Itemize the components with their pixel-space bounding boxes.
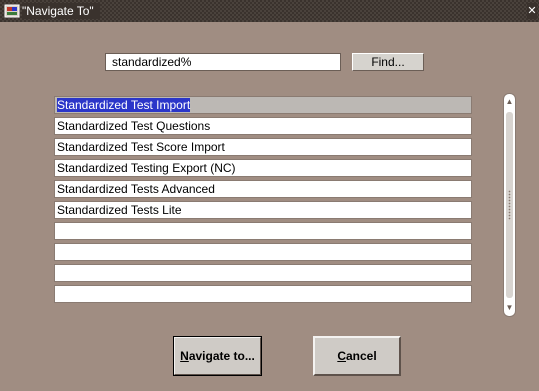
list-item[interactable] [54,264,472,282]
list-item[interactable]: Standardized Tests Advanced [54,180,472,198]
cancel-label: ancel [345,349,377,363]
grip-icon [508,190,511,220]
find-button[interactable]: Find... [352,53,424,71]
list-item-label: Standardized Tests Advanced [57,182,215,196]
scroll-up-icon[interactable]: ▲ [504,96,515,108]
list-item[interactable] [54,285,472,303]
window-title: "Navigate To" [22,3,100,19]
scroll-thumb[interactable] [506,112,513,298]
list-item[interactable]: Standardized Test Questions [54,117,472,135]
navigate-mnemonic: N [180,349,189,363]
list-item-label: Standardized Test Import [57,98,191,112]
list-item[interactable] [54,222,472,240]
cancel-button[interactable]: Cancel [313,336,401,376]
scroll-down-icon[interactable]: ▼ [504,302,515,314]
list-item-label: Standardized Tests Lite [57,203,182,217]
search-input[interactable]: standardized% [105,53,341,71]
cancel-mnemonic: C [337,349,346,363]
oracle-form-icon [4,3,20,19]
results-list: Standardized Test Import Standardized Te… [54,96,472,306]
navigate-to-button[interactable]: Navigate to... [173,336,262,376]
list-item-label: Standardized Testing Export (NC) [57,161,236,175]
list-item[interactable] [54,243,472,261]
list-item-label: Standardized Test Score Import [57,140,225,154]
vertical-scrollbar[interactable]: ▲ ▼ [503,93,516,317]
title-bar[interactable]: "Navigate To" ✕ [0,0,539,22]
list-item[interactable]: Standardized Tests Lite [54,201,472,219]
list-item[interactable]: Standardized Testing Export (NC) [54,159,472,177]
list-item[interactable]: Standardized Test Import [54,96,472,114]
navigate-label: avigate to... [188,349,255,363]
list-item-label: Standardized Test Questions [57,119,211,133]
list-item[interactable]: Standardized Test Score Import [54,138,472,156]
close-icon[interactable]: ✕ [527,3,537,19]
